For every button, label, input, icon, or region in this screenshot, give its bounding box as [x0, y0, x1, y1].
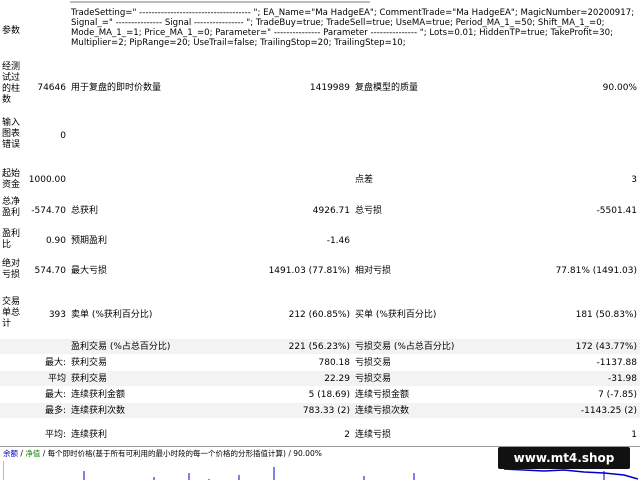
- stats-value-left: 780.18: [318, 358, 351, 368]
- stats-label-left: 连续获利金额: [71, 390, 126, 400]
- short-trades-label: 卖单 (%获利百分比): [71, 310, 153, 320]
- stats-value-right: 7 (-7.85): [598, 390, 637, 400]
- balance-line: [503, 468, 639, 480]
- profit-factor-label: 盈利比: [2, 229, 21, 250]
- deposit-label: 起始资金: [2, 169, 21, 190]
- deposit-value: 1000.00: [28, 175, 66, 185]
- stats-value-left: 22.29: [324, 374, 350, 384]
- max-drawdown-value: 1491.03 (77.81%): [268, 266, 350, 276]
- stats-value-left: 221 (56.23%): [288, 342, 350, 352]
- stats-value-left: 783.33 (2): [302, 406, 350, 416]
- stats-label-right: 亏损交易: [355, 358, 392, 368]
- params-label: 参数: [2, 26, 21, 36]
- stats-prefix: 平均:: [44, 430, 66, 440]
- top-cut-text: [70, 1, 370, 3]
- chart-errors-label: 输入图表错误: [2, 118, 21, 150]
- quality-label: 复盘模型的质量: [355, 83, 419, 93]
- long-trades-value: 181 (50.83%): [575, 310, 637, 320]
- graph-caption-bar: 余额 / 净值 / 每个即时价格(基于所有可利用的最小时段的每一个价格的分形插值…: [3, 448, 322, 460]
- max-drawdown-label: 最大亏损: [71, 266, 108, 276]
- watermark: www.mt4.shop: [498, 447, 630, 469]
- stats-label-right: 连续亏损金额: [355, 390, 410, 400]
- abs-drawdown-label: 绝对亏损: [2, 259, 21, 280]
- stats-prefix: 平均: [47, 374, 66, 384]
- bars-label: 经测试过的柱数: [2, 62, 21, 105]
- stats-label-left: 连续获利: [71, 430, 108, 440]
- stats-value-left: 2: [344, 430, 350, 440]
- bars-value: 74646: [37, 83, 66, 93]
- stats-value-right: 172 (43.77%): [575, 342, 637, 352]
- stats-prefix: 最大:: [44, 390, 66, 400]
- rel-drawdown-value: 77.81% (1491.03): [555, 266, 637, 276]
- tab-equity[interactable]: 净值: [25, 449, 40, 458]
- gross-profit-label: 总获利: [71, 206, 99, 216]
- stats-label-left: 连续获利次数: [71, 406, 126, 416]
- expected-payoff-label: 预期盈利: [71, 236, 108, 246]
- stats-value-right: -31.98: [607, 374, 637, 384]
- stats-prefix: 最多:: [44, 406, 66, 416]
- spread-label: 点差: [355, 175, 374, 185]
- total-trades-value: 393: [48, 310, 66, 320]
- rel-drawdown-label: 相对亏损: [355, 266, 392, 276]
- gross-profit-value: 4926.71: [312, 206, 350, 216]
- stats-label-right: 连续亏损: [355, 430, 392, 440]
- stats-label-right: 连续亏损次数: [355, 406, 410, 416]
- abs-drawdown-value: 574.70: [34, 266, 67, 276]
- ticks-value: 1419989: [309, 83, 350, 93]
- long-trades-label: 买单 (%获利百分比): [355, 310, 437, 320]
- stats-value-right: -1137.88: [596, 358, 637, 368]
- total-trades-label: 交易单总计: [2, 297, 21, 329]
- ticks-label: 用于复盘的即时价数量: [71, 83, 162, 93]
- spread-value: 3: [631, 175, 637, 185]
- graph-caption: / 每个即时价格(基于所有可利用的最小时段的每一个价格的分形插值计算) / 90…: [42, 449, 322, 458]
- net-profit-label: 总净盈利: [2, 197, 21, 218]
- chart-errors-value: 0: [60, 131, 66, 141]
- quality-value: 90.00%: [602, 83, 637, 93]
- stats-prefix: 最大:: [44, 358, 66, 368]
- stats-label-left: 获利交易: [71, 374, 108, 384]
- tab-separator: /: [20, 449, 23, 458]
- top-strip: [0, 0, 640, 6]
- gross-loss-label: 总亏损: [355, 206, 383, 216]
- expected-payoff-value: -1.46: [326, 236, 350, 246]
- short-trades-value: 212 (60.85%): [288, 310, 350, 320]
- profit-factor-value: 0.90: [45, 236, 66, 246]
- params-text: TradeSetting=" -------------------------…: [71, 8, 635, 48]
- gross-loss-value: -5501.41: [596, 206, 637, 216]
- stats-label-left: 获利交易: [71, 358, 108, 368]
- stats-label-right: 亏损交易: [355, 374, 392, 384]
- net-profit-value: -574.70: [31, 206, 66, 216]
- stats-value-left: 5 (18.69): [308, 390, 350, 400]
- stats-label-left: 盈利交易 (%占总百分比): [71, 342, 171, 352]
- stats-label-right: 亏损交易 (%占总百分比): [355, 342, 455, 352]
- tab-balance[interactable]: 余额: [3, 449, 18, 458]
- stats-value-right: 1: [631, 430, 637, 440]
- stats-value-right: -1143.25 (2): [580, 406, 637, 416]
